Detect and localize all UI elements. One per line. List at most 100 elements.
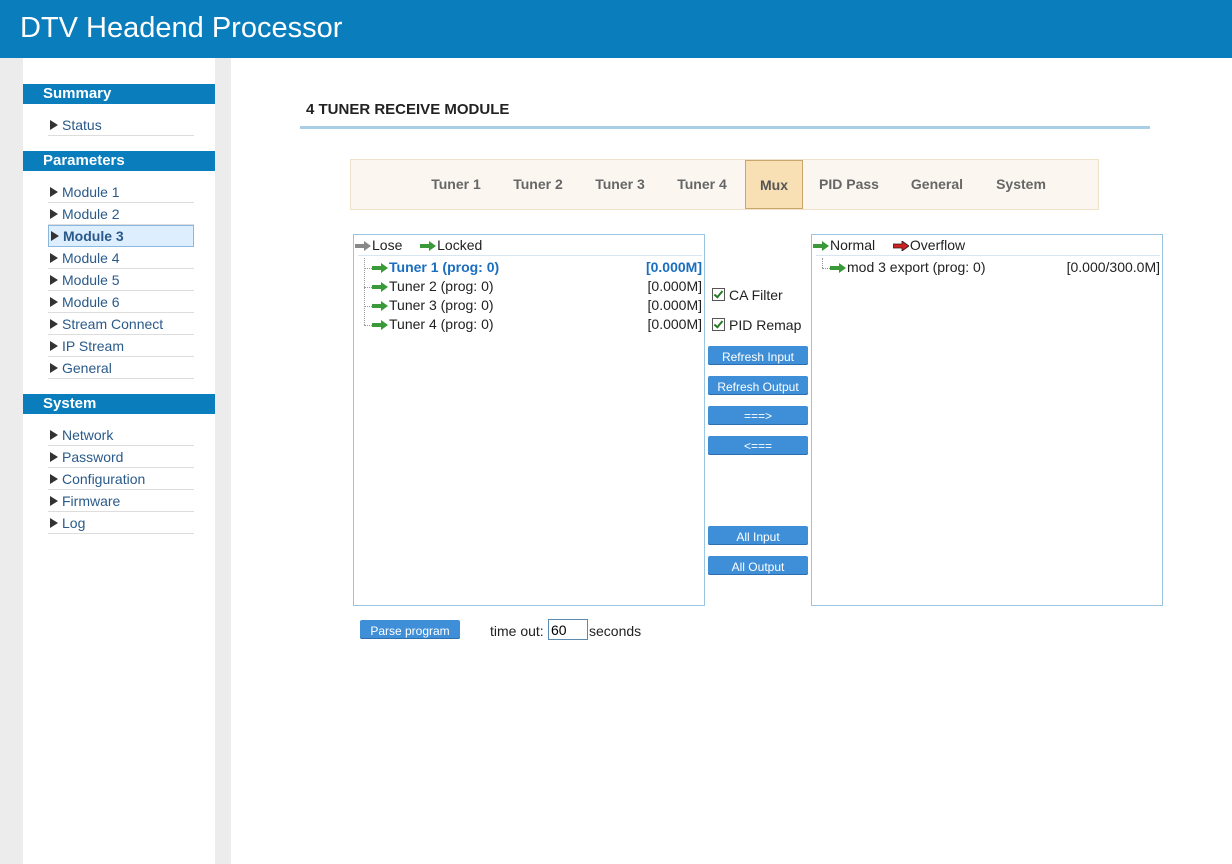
tab-bar: Tuner 1 Tuner 2 Tuner 3 Tuner 4 Mux PID … [350, 159, 1099, 210]
sidebar-item-label: Module 5 [62, 272, 120, 288]
ca-filter-option[interactable]: CA Filter [712, 287, 783, 303]
ca-filter-checkbox[interactable] [712, 288, 725, 301]
sidebar-item-stream-connect[interactable]: Stream Connect [48, 314, 194, 335]
tree-connector [364, 325, 372, 326]
move-left-button[interactable]: <=== [708, 436, 808, 455]
tab-tuner-2[interactable]: Tuner 2 [500, 160, 576, 209]
sidebar-item-label: Password [62, 449, 124, 465]
legend-divider [816, 255, 1160, 256]
lose-arrow-icon [355, 241, 371, 251]
tree-row-label: Tuner 4 (prog: 0) [389, 316, 494, 332]
overflow-arrow-icon [892, 241, 909, 251]
sidebar-item-log[interactable]: Log [48, 513, 194, 534]
tree-row-bitrate: [0.000/300.0M] [1066, 259, 1160, 275]
tree-row-mod-3-export[interactable]: mod 3 export (prog: 0) [0.000/300.0M] [830, 258, 1160, 277]
sidebar-item-label: Stream Connect [62, 316, 164, 332]
timeout-input[interactable] [548, 619, 588, 640]
sidebar-item-module-3[interactable]: Module 3 [48, 225, 194, 247]
all-input-button[interactable]: All Input [708, 526, 808, 545]
input-tree-panel[interactable]: Lose Locked Tuner 1 (prog: 0) [0.000M] T… [353, 234, 705, 606]
refresh-output-button[interactable]: Refresh Output [708, 376, 808, 395]
legend-divider [358, 255, 702, 256]
locked-arrow-icon [420, 241, 437, 251]
sidebar-item-status[interactable]: Status [48, 115, 194, 136]
locked-arrow-icon [372, 301, 388, 311]
triangle-right-icon [51, 231, 59, 241]
triangle-right-icon [50, 297, 58, 307]
sidebar: Summary Status Parameters Module 1 Modul… [23, 58, 215, 864]
tree-row-bitrate: [0.000M] [645, 259, 702, 275]
timeout-unit: seconds [589, 623, 642, 639]
app-header: DTV Headend Processor [0, 0, 1232, 58]
triangle-right-icon [50, 452, 58, 462]
tree-connector [364, 268, 372, 269]
sidebar-item-network[interactable]: Network [48, 425, 194, 446]
normal-arrow-icon [830, 263, 846, 273]
triangle-right-icon [50, 496, 58, 506]
triangle-right-icon [50, 275, 58, 285]
legend-normal-label: Normal [830, 237, 876, 253]
app-title: DTV Headend Processor [20, 12, 343, 44]
tab-tuner-3[interactable]: Tuner 3 [582, 160, 658, 209]
move-right-button[interactable]: ===> [708, 406, 808, 425]
ca-filter-label: CA Filter [729, 287, 783, 303]
legend-locked-label: Locked [437, 237, 483, 253]
triangle-right-icon [50, 518, 58, 528]
sidebar-item-ip-stream[interactable]: IP Stream [48, 336, 194, 357]
triangle-right-icon [50, 253, 58, 263]
sidebar-item-module-2[interactable]: Module 2 [48, 204, 194, 225]
tab-general[interactable]: General [899, 160, 975, 209]
sidebar-section-parameters: Parameters [23, 151, 215, 171]
locked-arrow-icon [372, 282, 388, 292]
sidebar-item-module-6[interactable]: Module 6 [48, 292, 194, 313]
legend-overflow-label: Overflow [909, 237, 966, 253]
output-tree-panel[interactable]: Normal Overflow mod 3 export (prog: 0) [… [811, 234, 1163, 606]
sidebar-item-firmware[interactable]: Firmware [48, 491, 194, 512]
refresh-input-button[interactable]: Refresh Input [708, 346, 808, 365]
tree-connector [364, 287, 372, 288]
sidebar-item-label: Module 2 [62, 206, 120, 222]
sidebar-item-password[interactable]: Password [48, 447, 194, 468]
sidebar-item-module-4[interactable]: Module 4 [48, 248, 194, 269]
sidebar-item-label: IP Stream [62, 338, 124, 354]
tree-connector [364, 306, 372, 307]
triangle-right-icon [50, 319, 58, 329]
tree-row-tuner-3[interactable]: Tuner 3 (prog: 0) [0.000M] [372, 296, 702, 315]
parse-program-button[interactable]: Parse program [360, 620, 460, 639]
all-output-button[interactable]: All Output [708, 556, 808, 575]
tree-row-bitrate: [0.000M] [647, 278, 702, 294]
locked-arrow-icon [372, 320, 388, 330]
triangle-right-icon [50, 187, 58, 197]
sidebar-item-general[interactable]: General [48, 358, 194, 379]
triangle-right-icon [50, 209, 58, 219]
tree-row-tuner-4[interactable]: Tuner 4 (prog: 0) [0.000M] [372, 315, 702, 334]
tab-tuner-1[interactable]: Tuner 1 [418, 160, 494, 209]
pid-remap-option[interactable]: PID Remap [712, 317, 801, 333]
normal-arrow-icon [813, 241, 829, 251]
triangle-right-icon [50, 341, 58, 351]
legend-lose-label: Lose [372, 237, 403, 253]
sidebar-item-label: Firmware [62, 493, 121, 509]
sidebar-section-system: System [23, 394, 215, 414]
tree-row-label: Tuner 1 (prog: 0) [389, 259, 500, 275]
tab-pid-pass[interactable]: PID Pass [809, 160, 889, 209]
tree-row-tuner-2[interactable]: Tuner 2 (prog: 0) [0.000M] [372, 277, 702, 296]
tab-system[interactable]: System [983, 160, 1059, 209]
tree-row-tuner-1[interactable]: Tuner 1 (prog: 0) [0.000M] [372, 258, 702, 277]
tree-row-label: mod 3 export (prog: 0) [847, 259, 986, 275]
main-content: 4 TUNER RECEIVE MODULE Tuner 1 Tuner 2 T… [231, 58, 1232, 864]
page-title: 4 TUNER RECEIVE MODULE [306, 101, 510, 118]
tab-tuner-4[interactable]: Tuner 4 [664, 160, 740, 209]
sidebar-item-module-1[interactable]: Module 1 [48, 182, 194, 203]
sidebar-item-module-5[interactable]: Module 5 [48, 270, 194, 291]
pid-remap-label: PID Remap [729, 317, 802, 333]
sidebar-item-label: General [62, 360, 112, 376]
tree-connector [822, 268, 830, 269]
sidebar-item-label: Module 3 [63, 228, 124, 244]
pid-remap-checkbox[interactable] [712, 318, 725, 331]
output-legend: Normal Overflow [813, 237, 965, 253]
sidebar-item-configuration[interactable]: Configuration [48, 469, 194, 490]
triangle-right-icon [50, 474, 58, 484]
sidebar-item-label: Module 6 [62, 294, 120, 310]
tab-mux[interactable]: Mux [745, 160, 803, 209]
